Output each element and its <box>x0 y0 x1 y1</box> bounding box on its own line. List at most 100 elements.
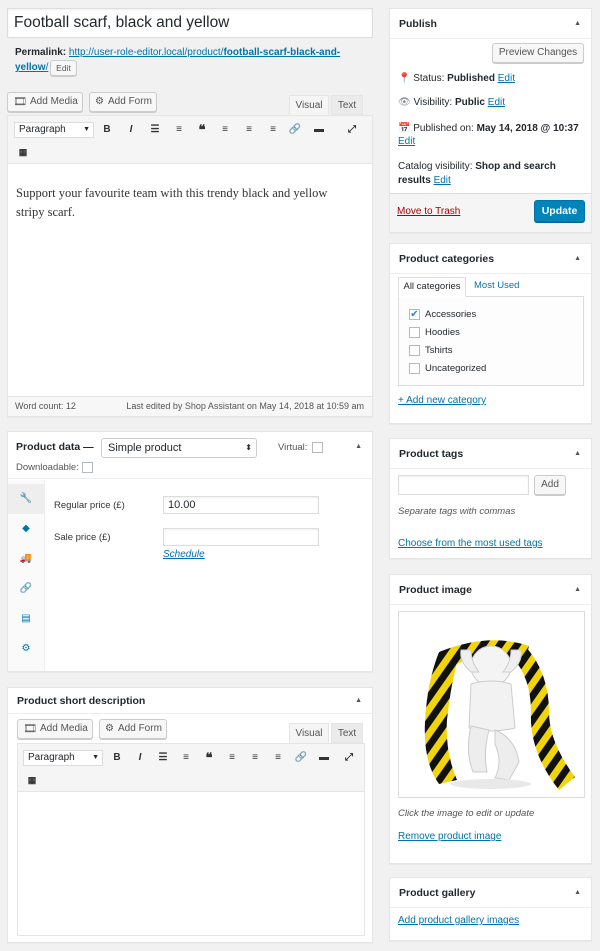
permalink-trail: / <box>45 62 49 73</box>
published-edit-link[interactable]: Edit <box>398 136 415 147</box>
editor-content[interactable]: Support your favourite team with this tr… <box>16 184 366 222</box>
tab-most-used[interactable]: Most Used <box>474 280 519 291</box>
short-add-media-icon: 🎞 <box>23 723 37 735</box>
preview-changes-button[interactable]: Preview Changes <box>492 43 584 63</box>
short-align-center-icon[interactable]: ≡ <box>248 751 262 765</box>
short-bold-icon[interactable]: B <box>110 751 124 765</box>
remove-product-image-link[interactable]: Remove product image <box>398 831 501 842</box>
inventory-tab-tag-icon[interactable]: ◆ <box>8 514 44 544</box>
choose-most-used-tags-link[interactable]: Choose from the most used tags <box>398 538 543 549</box>
title-input[interactable]: Football scarf, black and yellow <box>7 8 373 38</box>
short-tab-text[interactable]: Text <box>331 723 363 743</box>
short-link-icon[interactable]: 🔗 <box>294 751 308 765</box>
category-list: ✔ Accessories Hoodies Tshirts Uncategori… <box>398 296 584 386</box>
visibility-edit-link[interactable]: Edit <box>488 97 505 108</box>
short-read-more-icon[interactable]: ▬ <box>317 751 331 765</box>
product-image-toggle-icon[interactable]: ▲ <box>574 575 581 605</box>
add-media-button[interactable]: 🎞 Add Media <box>7 92 83 112</box>
permalink-slug-1: football-scarf-black-and- <box>223 47 341 58</box>
align-center-icon[interactable]: ≡ <box>242 123 256 137</box>
product-type-value: Simple product <box>108 442 182 454</box>
short-description-toggle-icon[interactable]: ▲ <box>355 688 362 714</box>
virtual-checkbox[interactable] <box>312 442 323 453</box>
blockquote-icon[interactable]: ❝ <box>195 123 209 137</box>
move-to-trash-link[interactable]: Move to Trash <box>397 206 460 217</box>
category-label: Tshirts <box>425 345 453 356</box>
product-data-toggle-icon[interactable]: ▲ <box>355 432 362 462</box>
tab-visual[interactable]: Visual <box>289 95 329 115</box>
product-type-select[interactable]: Simple product ⬍ <box>101 438 257 458</box>
numbered-list-icon[interactable]: ≡ <box>172 123 186 137</box>
read-more-icon[interactable]: ▬ <box>312 123 326 137</box>
regular-price-input[interactable]: 10.00 <box>163 496 319 514</box>
align-left-icon[interactable]: ≡ <box>218 123 232 137</box>
bold-icon[interactable]: B <box>100 123 114 137</box>
calendar-icon: 📅 <box>398 123 411 134</box>
short-add-media-label: Add Media <box>40 723 88 734</box>
general-tab-wrench-icon[interactable]: 🔧 <box>8 484 44 514</box>
align-right-icon[interactable]: ≡ <box>266 123 280 137</box>
schedule-link[interactable]: Schedule <box>163 549 205 560</box>
product-image-title: Product image <box>399 584 472 596</box>
permalink-url-2[interactable]: yellow/ <box>15 62 48 73</box>
advanced-tab-gear-icon[interactable]: ⚙ <box>8 634 44 664</box>
category-checkbox-accessories[interactable]: ✔ <box>409 309 420 320</box>
short-toolbar-toggle-icon[interactable]: ▦ <box>25 773 39 787</box>
short-numbered-list-icon[interactable]: ≡ <box>179 751 193 765</box>
format-select-value: Paragraph <box>19 124 66 135</box>
categories-toggle-icon[interactable]: ▲ <box>574 244 581 274</box>
permalink-label: Permalink: <box>15 47 67 58</box>
add-product-gallery-images-link[interactable]: Add product gallery images <box>398 915 519 926</box>
permalink-url[interactable]: http://user-role-editor.local/product/fo… <box>69 47 340 58</box>
tab-all-categories[interactable]: All categories <box>398 277 466 297</box>
product-image-thumbnail[interactable] <box>398 611 585 798</box>
short-blockquote-icon[interactable]: ❝ <box>202 751 216 765</box>
status-edit-link[interactable]: Edit <box>498 73 515 84</box>
short-editor-content[interactable] <box>18 793 364 935</box>
bullet-list-icon[interactable]: ☰ <box>148 123 162 137</box>
format-select[interactable]: Paragraph ▼ <box>14 122 94 138</box>
short-italic-icon[interactable]: I <box>133 751 147 765</box>
downloadable-checkbox[interactable] <box>82 462 93 473</box>
catalog-label: Catalog visibility: <box>398 161 473 172</box>
catalog-edit-link[interactable]: Edit <box>434 175 451 186</box>
category-checkbox-tshirts[interactable] <box>409 345 420 356</box>
tags-header: Product tags ▲ <box>390 439 591 469</box>
update-button[interactable]: Update <box>534 200 585 222</box>
product-gallery-toggle-icon[interactable]: ▲ <box>574 878 581 908</box>
product-data-box: Product data — Simple product ⬍ Virtual:… <box>7 431 373 672</box>
eye-icon: 👁 <box>398 97 411 108</box>
status-row: 📍 Status: Published Edit <box>398 73 515 85</box>
permalink-edit-button[interactable]: Edit <box>50 60 77 76</box>
add-tag-button[interactable]: Add <box>534 475 566 495</box>
short-align-left-icon[interactable]: ≡ <box>225 751 239 765</box>
link-icon[interactable]: 🔗 <box>288 123 302 137</box>
sale-price-input[interactable] <box>163 528 319 546</box>
toolbar-toggle-icon[interactable]: ▦ <box>16 145 30 159</box>
add-new-category-link[interactable]: + Add new category <box>398 395 486 406</box>
short-format-select[interactable]: Paragraph ▼ <box>23 750 103 766</box>
short-fullscreen-icon[interactable]: ⤢ <box>342 751 356 765</box>
product-data-tabs: 🔧 ◆ 🚚 🔗 ▤ ⚙ <box>8 480 45 671</box>
short-tab-visual[interactable]: Visual <box>289 723 329 743</box>
catalog-visibility-row: Catalog visibility: Shop and search resu… <box>398 160 588 188</box>
category-checkbox-uncategorized[interactable] <box>409 363 420 374</box>
attributes-tab-table-icon[interactable]: ▤ <box>8 604 44 634</box>
linked-products-tab-link-icon[interactable]: 🔗 <box>8 574 44 604</box>
tab-all-label: All categories <box>403 281 461 292</box>
italic-icon[interactable]: I <box>124 123 138 137</box>
short-add-form-button[interactable]: ⚙ Add Form <box>99 719 167 739</box>
short-add-media-button[interactable]: 🎞 Add Media <box>17 719 93 739</box>
tag-input[interactable] <box>398 475 529 495</box>
category-label: Hoodies <box>425 327 460 338</box>
publish-toggle-icon[interactable]: ▲ <box>574 9 581 39</box>
short-align-right-icon[interactable]: ≡ <box>271 751 285 765</box>
tab-text[interactable]: Text <box>331 95 363 115</box>
select-arrows-icon: ⬍ <box>245 443 252 452</box>
category-checkbox-hoodies[interactable] <box>409 327 420 338</box>
short-bullet-list-icon[interactable]: ☰ <box>156 751 170 765</box>
tags-toggle-icon[interactable]: ▲ <box>574 439 581 469</box>
add-form-button[interactable]: ⚙ Add Form <box>89 92 157 112</box>
shipping-tab-truck-icon[interactable]: 🚚 <box>8 544 44 574</box>
fullscreen-icon[interactable]: ⤢ <box>345 123 359 137</box>
